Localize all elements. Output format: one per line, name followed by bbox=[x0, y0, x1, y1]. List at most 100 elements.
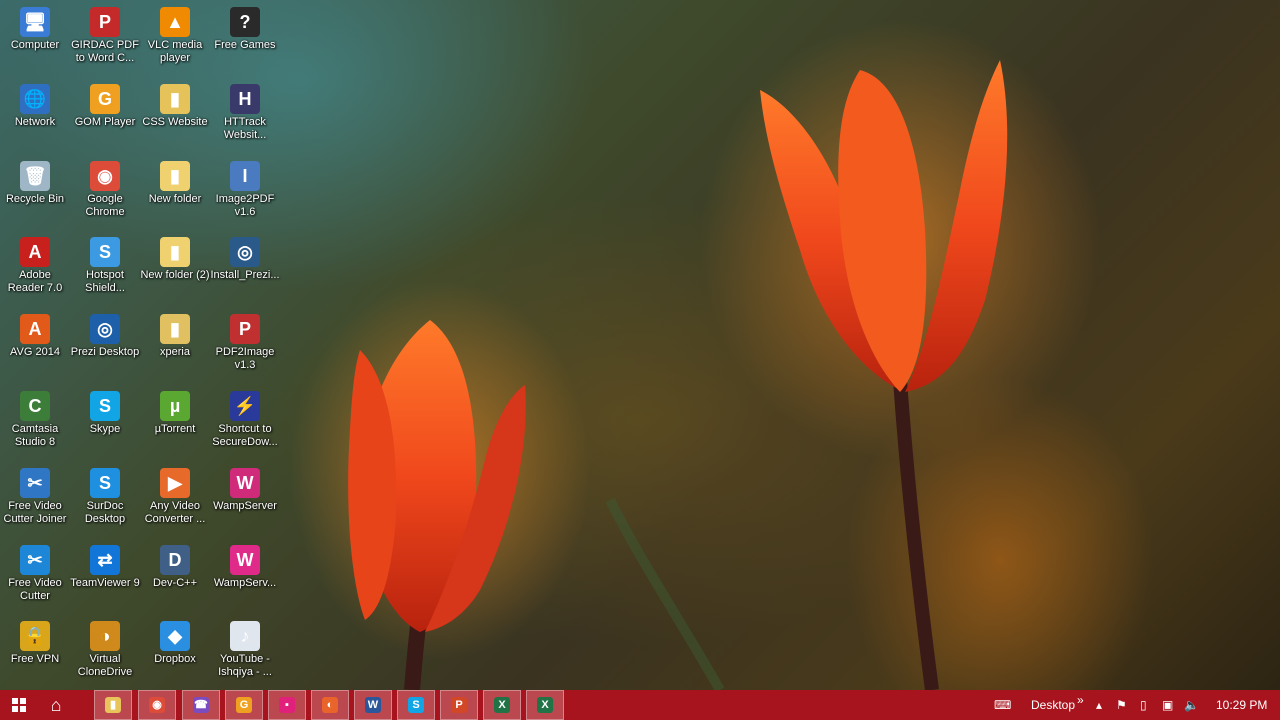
desktop-icon-label: µTorrent bbox=[154, 423, 196, 435]
taskbar-button[interactable]: P bbox=[440, 690, 478, 720]
desktop-icon[interactable]: ? Free Games bbox=[210, 3, 280, 79]
desktop-icon-label: Free VPN bbox=[10, 653, 60, 666]
free-games-icon: ? bbox=[230, 7, 260, 37]
desktop-icon-label: Adobe Reader 7.0 bbox=[7, 269, 63, 295]
desktop-icon[interactable]: W WampServer bbox=[210, 464, 280, 540]
desktop-icon[interactable]: 🌐 Network bbox=[0, 80, 70, 156]
desktop-icon[interactable]: ▮ xperia bbox=[140, 310, 210, 386]
desktop-icon[interactable]: ♪ YouTube - Ishqiya - ... bbox=[210, 617, 280, 693]
taskbar-button[interactable]: ▮ bbox=[94, 690, 132, 720]
desktop-icon[interactable]: ▲ VLC media player bbox=[140, 3, 210, 79]
pdf2image-icon: P bbox=[230, 314, 260, 345]
desktop-icon[interactable]: ▶ Any Video Converter ... bbox=[140, 464, 210, 540]
taskbar-button[interactable]: S bbox=[397, 690, 435, 720]
word-icon: W bbox=[365, 697, 381, 713]
excel-icon: X bbox=[494, 697, 510, 713]
home-icon: ⌂ bbox=[50, 695, 62, 715]
desktop-icon-label: Dev-C++ bbox=[152, 576, 198, 589]
show-hidden-icons-chevron-icon[interactable]: ▴ bbox=[1096, 698, 1102, 712]
desktop-icon-label: CSS Website bbox=[142, 115, 208, 128]
desktop-icon-label: Free Games bbox=[214, 39, 276, 51]
windows-start-icon bbox=[12, 698, 26, 712]
desktop-icon-label: VLC media player bbox=[147, 39, 203, 64]
desktop-icon[interactable]: ◆ Dropbox bbox=[140, 617, 210, 693]
desktop-toolbar-label[interactable]: Desktop bbox=[1031, 698, 1075, 712]
desktop-icon-label: Free Video Cutter bbox=[8, 576, 62, 602]
desktop-icon[interactable]: ◉ Google Chrome bbox=[70, 157, 140, 233]
taskbar-button[interactable]: ⌂ bbox=[38, 690, 74, 720]
desktop-icon[interactable]: A AVG 2014 bbox=[0, 310, 70, 386]
wampserver-icon: W bbox=[230, 467, 260, 498]
desktop-icon[interactable]: ✂ Free Video Cutter Joiner bbox=[0, 464, 70, 540]
video-cutter-icon: ✂ bbox=[20, 544, 50, 575]
folder-icon: ▮ bbox=[160, 83, 190, 114]
desktop-icon[interactable]: C Camtasia Studio 8 bbox=[0, 387, 70, 463]
skype-icon: S bbox=[90, 391, 120, 421]
wampserver-icon: W bbox=[230, 544, 260, 575]
desktop-icon[interactable]: G GOM Player bbox=[70, 80, 140, 156]
desktop-icon[interactable]: ▮ New folder bbox=[140, 157, 210, 233]
taskbar-button[interactable]: ▪ bbox=[268, 690, 306, 720]
prezi-install-icon: ◎ bbox=[230, 237, 260, 268]
desktop-icon[interactable]: ◑ Virtual CloneDrive bbox=[70, 617, 140, 693]
desktop-icon[interactable]: ▮ CSS Website bbox=[140, 80, 210, 156]
desktop-icon[interactable]: ⚡ Shortcut to SecureDow... bbox=[210, 387, 280, 463]
desktop-icon[interactable]: I Image2PDF v1.6 bbox=[210, 157, 280, 233]
desktop-icon[interactable]: ◎ Install_Prezi... bbox=[210, 233, 280, 309]
desktop-icon[interactable]: µ µTorrent bbox=[140, 387, 210, 463]
viber-icon: ☎ bbox=[193, 697, 209, 713]
file-explorer-icon: ▮ bbox=[105, 697, 121, 713]
action-center-flag-icon[interactable]: ⚑ bbox=[1116, 698, 1127, 712]
network-icon: 🌐 bbox=[20, 83, 50, 114]
prezi-icon: ◎ bbox=[90, 314, 120, 345]
vlc-icon: ▲ bbox=[160, 7, 190, 37]
avg-icon: A bbox=[20, 314, 50, 345]
taskbar-button[interactable]: ◉ bbox=[138, 690, 176, 720]
desktop-icon[interactable]: ◎ Prezi Desktop bbox=[70, 310, 140, 386]
start-button[interactable] bbox=[0, 690, 38, 720]
desktop-icon-label: PDF2Image v1.3 bbox=[215, 346, 275, 372]
desktop-icon[interactable]: S Skype bbox=[70, 387, 140, 463]
taskbar-button[interactable]: X bbox=[526, 690, 564, 720]
desktop-icon-label: TeamViewer 9 bbox=[70, 576, 140, 589]
volume-icon[interactable]: 🔈 bbox=[1184, 698, 1199, 712]
desktop-icon[interactable]: S SurDoc Desktop bbox=[70, 464, 140, 540]
network-tray-icon[interactable]: ▣ bbox=[1162, 698, 1173, 712]
taskbar-button[interactable]: ◐ bbox=[311, 690, 349, 720]
desktop-icon-label: WampServer bbox=[213, 499, 277, 512]
desktop-icon-label: Prezi Desktop bbox=[70, 346, 140, 359]
surdoc-icon: S bbox=[90, 467, 120, 498]
desktop-icon[interactable]: P PDF2Image v1.3 bbox=[210, 310, 280, 386]
desktop-icon[interactable]: D Dev-C++ bbox=[140, 541, 210, 617]
desktop-icon[interactable]: ✂ Free Video Cutter bbox=[0, 541, 70, 617]
clonedrive-icon: ◑ bbox=[90, 621, 120, 652]
desktop-icon[interactable]: 🗑 Recycle Bin bbox=[0, 157, 70, 233]
taskbar-button[interactable]: G bbox=[225, 690, 263, 720]
desktop-icon-label: HTTrack Websit... bbox=[223, 115, 267, 141]
desktop-icon[interactable]: 🔒 Free VPN bbox=[0, 617, 70, 693]
taskbar-button[interactable]: W bbox=[354, 690, 392, 720]
desktop-icon[interactable]: A Adobe Reader 7.0 bbox=[0, 233, 70, 309]
desktop-icon[interactable]: W WampServ... bbox=[210, 541, 280, 617]
computer-icon: 🖥 bbox=[20, 7, 50, 37]
desktop-icon[interactable]: H HTTrack Websit... bbox=[210, 80, 280, 156]
desktop-icon[interactable]: ⇄ TeamViewer 9 bbox=[70, 541, 140, 617]
vpn-lock-icon: 🔒 bbox=[20, 621, 50, 652]
desktop-icon-label: Dropbox bbox=[154, 653, 196, 666]
desktop-icon[interactable]: P GIRDAC PDF to Word C... bbox=[70, 3, 140, 79]
keyboard-icon[interactable]: ⌨ bbox=[994, 698, 1011, 712]
clock[interactable]: 10:29 PM bbox=[1216, 698, 1267, 712]
powerpoint-icon: P bbox=[451, 697, 467, 713]
taskbar-button[interactable]: X bbox=[483, 690, 521, 720]
desktop-icon[interactable]: S Hotspot Shield... bbox=[70, 233, 140, 309]
desktop-icon[interactable]: 🖥 Computer bbox=[0, 3, 70, 79]
device-icon[interactable]: ▯ bbox=[1140, 698, 1147, 712]
app-pink-icon: ▪ bbox=[279, 697, 295, 713]
desktop-icon[interactable]: ▮ New folder (2) bbox=[140, 233, 210, 309]
toolbar-chevron-icon[interactable]: » bbox=[1077, 693, 1084, 707]
desktop-icon-label: GIRDAC PDF to Word C... bbox=[71, 39, 139, 64]
taskbar-button[interactable]: ☎ bbox=[182, 690, 220, 720]
gom-player-icon: G bbox=[90, 83, 120, 114]
desktop-icon-label: Virtual CloneDrive bbox=[77, 653, 133, 679]
pdf-converter-icon: P bbox=[90, 7, 120, 37]
